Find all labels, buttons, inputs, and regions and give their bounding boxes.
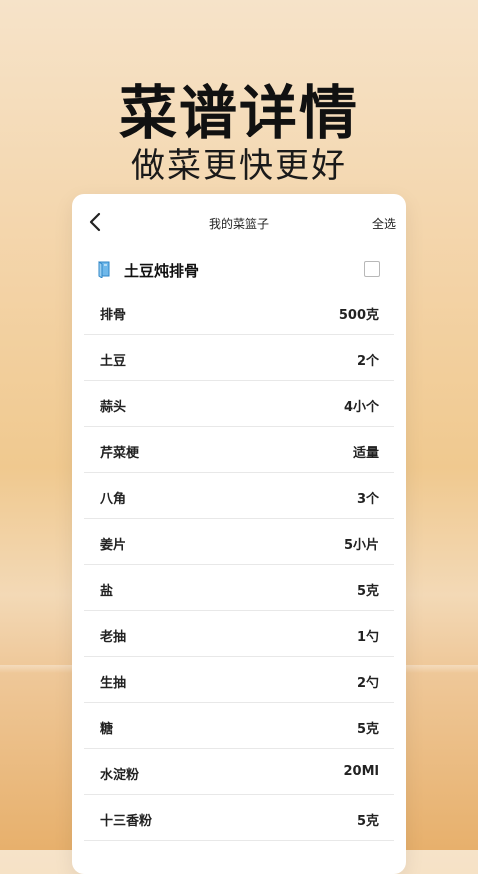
- ingredient-qty: 2个: [356, 354, 379, 369]
- recipe-header: 土豆炖排骨: [96, 260, 382, 280]
- basket-card: 我的菜篮子 全选 土豆炖排骨 排骨 500克 土豆 2个 蒜头 4小个 芹菜梗: [72, 194, 406, 874]
- ingredient-list: 排骨 500克 土豆 2个 蒜头 4小个 芹菜梗 适量 八角 3个 姜片 5小片…: [84, 289, 394, 841]
- ingredient-name: 盐: [100, 584, 114, 599]
- list-item: 排骨 500克: [84, 289, 394, 335]
- list-item: 盐 5克: [84, 565, 394, 611]
- ingredient-qty: 5克: [356, 722, 379, 737]
- ingredient-name: 十三香粉: [100, 814, 153, 829]
- select-all-button[interactable]: 全选: [372, 215, 396, 232]
- book-icon: [96, 260, 114, 279]
- ingredient-qty: 4小个: [343, 400, 379, 415]
- ingredient-qty: 500克: [338, 308, 379, 323]
- top-bar: 我的菜篮子 全选: [72, 194, 406, 250]
- list-item: 姜片 5小片: [84, 519, 394, 565]
- list-item: 十三香粉 5克: [84, 795, 394, 841]
- list-item: 生抽 2勺: [84, 657, 394, 703]
- ingredient-qty: 2勺: [356, 676, 379, 691]
- ingredient-qty: 5小片: [343, 538, 379, 553]
- list-item: 八角 3个: [84, 473, 394, 519]
- list-item: 土豆 2个: [84, 335, 394, 381]
- ingredient-qty: 适量: [352, 446, 379, 461]
- ingredient-name: 排骨: [100, 308, 127, 323]
- ingredient-qty: 3个: [356, 492, 379, 507]
- page-title: 我的菜篮子: [208, 217, 269, 231]
- ingredient-qty: 1勺: [356, 630, 379, 645]
- ingredient-name: 老抽: [100, 630, 127, 645]
- list-item: 蒜头 4小个: [84, 381, 394, 427]
- list-item: 芹菜梗 适量: [84, 427, 394, 473]
- list-item: 糖 5克: [84, 703, 394, 749]
- recipe-checkbox[interactable]: [364, 261, 380, 277]
- ingredient-name: 糖: [100, 722, 114, 737]
- list-item: 老抽 1勺: [84, 611, 394, 657]
- ingredient-name: 八角: [100, 492, 127, 507]
- hero-subtitle: 做菜更快更好: [131, 146, 347, 186]
- ingredient-qty: 20Ml: [343, 764, 379, 779]
- ingredient-qty: 5克: [356, 584, 379, 599]
- ingredient-name: 水淀粉: [100, 768, 140, 783]
- ingredient-name: 蒜头: [100, 400, 127, 415]
- ingredient-name: 芹菜梗: [100, 446, 140, 461]
- ingredient-name: 土豆: [100, 354, 127, 369]
- ingredient-name: 姜片: [100, 538, 127, 553]
- ingredient-qty: 5克: [356, 814, 379, 829]
- recipe-name: 土豆炖排骨: [124, 262, 200, 280]
- ingredient-name: 生抽: [100, 676, 127, 691]
- list-item: 水淀粉 20Ml: [84, 749, 394, 795]
